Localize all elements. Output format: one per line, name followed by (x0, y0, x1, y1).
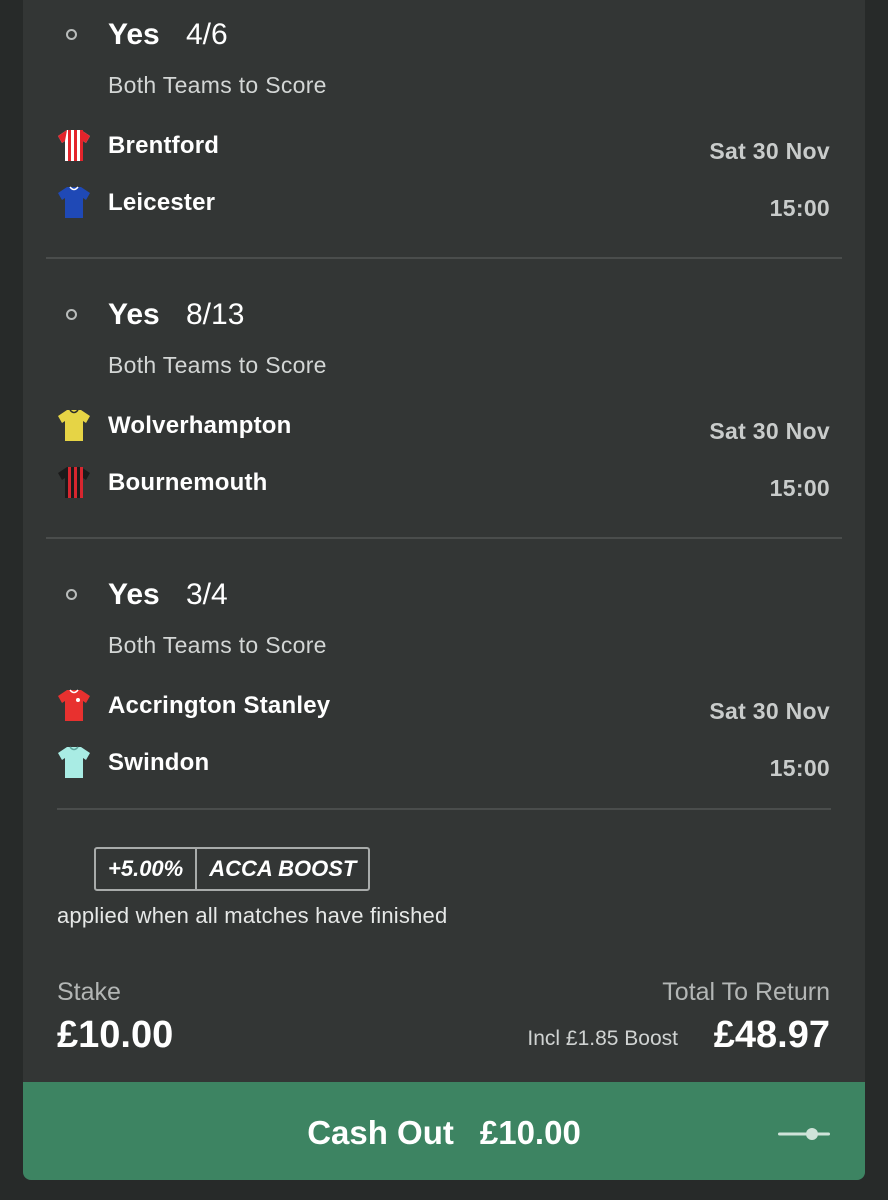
home-team: Brentford (108, 132, 220, 159)
match-time: 15:00 (769, 195, 830, 221)
match-date: Sat 30 Nov (709, 698, 830, 724)
selection-market: Both Teams to Score (108, 352, 327, 378)
selection-market: Both Teams to Score (108, 632, 327, 658)
selection-odds: 3/4 (186, 578, 228, 611)
selection-2: Yes 8/13 Both Teams to Score Wolverhampt… (23, 280, 865, 540)
match-time: 15:00 (769, 475, 830, 501)
home-team: Accrington Stanley (108, 692, 331, 719)
selection-status-icon (66, 309, 77, 320)
away-team: Bournemouth (108, 469, 268, 496)
solid-kit-icon (58, 186, 90, 218)
selection-odds: 4/6 (186, 18, 228, 51)
divider (57, 808, 831, 810)
selection-odds: 8/13 (186, 298, 245, 331)
selection-pick: Yes (108, 578, 160, 611)
boost-note: applied when all matches have finished (57, 903, 448, 928)
selection-pick: Yes (108, 298, 160, 331)
selection-status-icon (66, 29, 77, 40)
selection-status-icon (66, 589, 77, 600)
acca-boost-badge: +5.00% ACCA BOOST (94, 847, 371, 891)
selection-pick: Yes (108, 18, 160, 51)
away-team: Leicester (108, 189, 216, 216)
away-team: Swindon (108, 749, 210, 776)
cash-out-amount: £10.00 (479, 1114, 581, 1151)
striped-kit-icon (58, 467, 90, 498)
striped-kit-icon (58, 130, 90, 161)
total-return-label: Total To Return (662, 978, 830, 1006)
selection-market: Both Teams to Score (108, 72, 327, 98)
match-date: Sat 30 Nov (709, 138, 830, 164)
boost-percent: +5.00% (96, 849, 198, 889)
slider-icon[interactable] (778, 1126, 830, 1142)
boost-name: ACCA BOOST (209, 856, 357, 881)
cash-out-label: Cash Out (307, 1114, 454, 1151)
solid-kit-icon (58, 409, 90, 441)
cash-out-button[interactable]: Cash Out £10.00 (23, 1082, 865, 1180)
match-date: Sat 30 Nov (709, 418, 830, 444)
divider (46, 257, 842, 259)
bet-card: Yes 4/6 Both Teams to Score Brentford Le… (23, 0, 865, 1180)
solid-kit-icon (58, 689, 90, 721)
total-return-value: £48.97 (713, 1014, 830, 1056)
stake-value: £10.00 (57, 1014, 174, 1056)
match-time: 15:00 (769, 755, 830, 781)
stake-label: Stake (57, 978, 121, 1006)
solid-kit-icon (58, 746, 90, 778)
selection-1: Yes 4/6 Both Teams to Score Brentford Le… (23, 0, 865, 260)
boost-included-text: Incl £1.85 Boost (527, 1027, 678, 1050)
divider (46, 537, 842, 539)
home-team: Wolverhampton (108, 412, 292, 439)
selection-3: Yes 3/4 Both Teams to Score Accrington S… (23, 560, 865, 820)
